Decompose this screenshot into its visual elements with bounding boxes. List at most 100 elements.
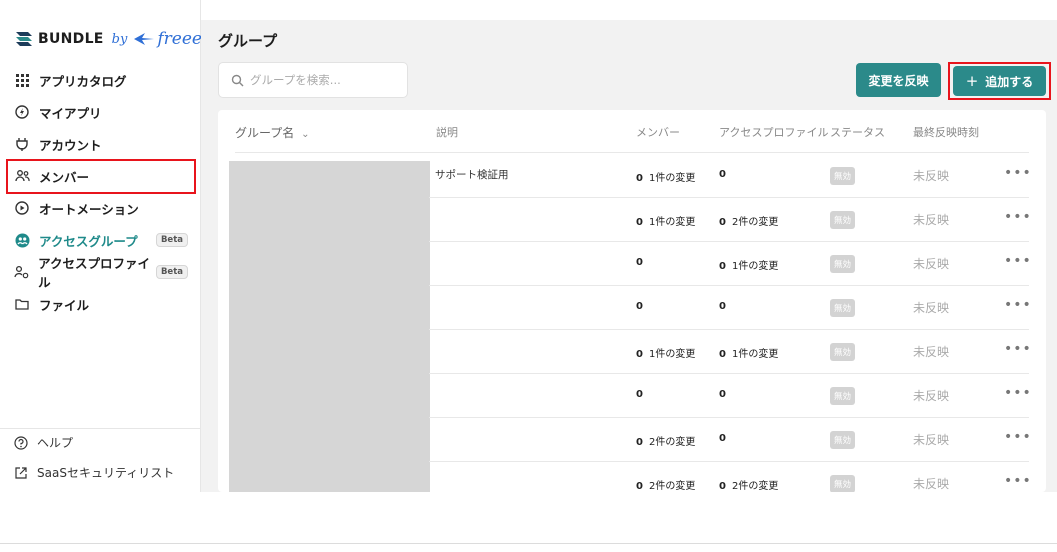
row-profiles: 0 — [719, 389, 732, 400]
member-change-count: 1件の変更 — [648, 173, 696, 184]
profile-change-count: 2件の変更 — [731, 481, 779, 492]
sidebar-item-files[interactable]: ファイル — [0, 288, 200, 320]
profile-count: 0 — [719, 217, 726, 228]
member-count: 0 — [636, 257, 643, 268]
row-members: 0 2件の変更 — [636, 433, 695, 448]
member-count: 0 — [636, 389, 643, 400]
member-change-count: 1件の変更 — [648, 217, 696, 228]
plug-icon — [14, 136, 30, 152]
highlight-box-add: + 追加する — [948, 62, 1051, 100]
row-profiles: 0 1件の変更 — [719, 257, 778, 272]
row-divider — [429, 329, 1029, 330]
status-badge: 無効 — [830, 255, 856, 273]
sidebar-item-my-apps[interactable]: マイアプリ — [0, 96, 200, 128]
beta-badge: Beta — [155, 233, 188, 247]
profile-count: 0 — [719, 301, 726, 312]
member-count: 0 — [636, 437, 643, 448]
row-last-applied: 未反映 — [913, 389, 950, 403]
member-count: 0 — [636, 481, 643, 492]
groups-table: グループ名 ⌄ 説明 メンバー アクセスプロファイル ステータス 最終反映時刻 … — [218, 110, 1046, 492]
bolt-icon — [14, 104, 30, 120]
search-box[interactable] — [218, 62, 408, 98]
member-change-count: 2件の変更 — [648, 437, 696, 448]
beta-badge: Beta — [155, 265, 188, 279]
column-header-members: メンバー — [636, 126, 680, 139]
sidebar-item-label: アクセスグループ — [39, 233, 138, 249]
row-members: 0 1件の変更 — [636, 213, 695, 228]
sidebar-item-access-profiles[interactable]: アクセスプロファイル Beta — [0, 256, 200, 290]
column-header-label: グループ名 — [235, 126, 295, 140]
sidebar-item-app-catalog[interactable]: アプリカタログ — [0, 64, 200, 96]
member-count: 0 — [636, 217, 643, 228]
more-menu-icon[interactable]: ••• — [1004, 297, 1032, 313]
partner-name: freee — [157, 29, 202, 49]
row-members: 0 1件の変更 — [636, 345, 695, 360]
more-menu-icon[interactable]: ••• — [1004, 473, 1032, 489]
sidebar-item-access-groups[interactable]: アクセスグループ Beta — [0, 224, 200, 256]
brand-name: BUNDLE — [38, 31, 104, 47]
add-button[interactable]: + 追加する — [953, 66, 1046, 96]
grid-icon — [14, 72, 30, 88]
sidebar-item-accounts[interactable]: アカウント — [0, 128, 200, 160]
row-divider — [429, 417, 1029, 418]
row-profiles: 0 — [719, 301, 732, 312]
profile-count: 0 — [719, 261, 726, 272]
header-divider — [235, 152, 1029, 153]
sidebar-item-automation[interactable]: オートメーション — [0, 192, 200, 224]
group-icon — [14, 232, 30, 248]
bundle-logo-icon — [16, 32, 32, 46]
column-header-name[interactable]: グループ名 ⌄ — [235, 124, 310, 141]
profile-change-count: 1件の変更 — [731, 261, 779, 272]
saas-list-label: SaaSセキュリティリスト — [37, 466, 175, 480]
row-last-applied: 未反映 — [913, 477, 950, 491]
search-input[interactable] — [250, 73, 400, 87]
more-menu-icon[interactable]: ••• — [1004, 429, 1032, 445]
more-menu-icon[interactable]: ••• — [1004, 341, 1032, 357]
column-header-last-applied: 最終反映時刻 — [913, 126, 979, 139]
partner-logo: freee — [133, 29, 202, 49]
chevron-down-icon: ⌄ — [301, 129, 310, 140]
row-members: 0 1件の変更 — [636, 169, 695, 184]
member-change-count: 1件の変更 — [648, 349, 696, 360]
profile-change-count: 1件の変更 — [731, 349, 779, 360]
row-divider — [429, 461, 1029, 462]
row-last-applied: 未反映 — [913, 213, 950, 227]
logo[interactable]: BUNDLE by freee — [14, 28, 202, 50]
row-members: 0 — [636, 389, 649, 400]
column-header-profiles: アクセスプロファイル — [719, 126, 829, 139]
more-menu-icon[interactable]: ••• — [1004, 165, 1032, 181]
apply-changes-button[interactable]: 変更を反映 — [856, 63, 941, 97]
member-count: 0 — [636, 301, 643, 312]
sidebar-item-label: アプリカタログ — [39, 73, 127, 89]
row-last-applied: 未反映 — [913, 169, 950, 183]
status-badge: 無効 — [830, 387, 856, 405]
status-badge: 無効 — [830, 167, 856, 185]
more-menu-icon[interactable]: ••• — [1004, 385, 1032, 401]
redacted-group-names — [229, 161, 430, 492]
sidebar-item-label: オートメーション — [39, 201, 139, 217]
profile-count: 0 — [719, 481, 726, 492]
saas-security-list-link[interactable]: SaaSセキュリティリスト — [14, 464, 174, 481]
main-content: グループ 変更を反映 + 追加する グループ名 ⌄ 説明 メンバー アクセスプロ… — [201, 20, 1057, 492]
row-members: 0 2件の変更 — [636, 477, 695, 492]
external-link-icon — [15, 466, 27, 479]
row-last-applied: 未反映 — [913, 345, 950, 359]
row-last-applied: 未反映 — [913, 301, 950, 315]
row-members: 0 — [636, 257, 649, 268]
help-link[interactable]: ヘルプ — [14, 434, 73, 451]
folder-icon — [14, 296, 30, 312]
member-change-count: 2件の変更 — [648, 481, 696, 492]
more-menu-icon[interactable]: ••• — [1004, 253, 1032, 269]
profile-count: 0 — [719, 169, 726, 180]
member-count: 0 — [636, 349, 643, 360]
more-menu-icon[interactable]: ••• — [1004, 209, 1032, 225]
status-badge: 無効 — [830, 431, 856, 449]
plus-icon: + — [965, 72, 979, 90]
sidebar-item-label: ファイル — [39, 297, 90, 313]
help-label: ヘルプ — [37, 436, 74, 450]
profile-count: 0 — [719, 389, 726, 400]
page-title: グループ — [218, 32, 278, 50]
row-profiles: 0 2件の変更 — [719, 477, 778, 492]
status-badge: 無効 — [830, 211, 856, 229]
profile-icon — [14, 264, 29, 280]
